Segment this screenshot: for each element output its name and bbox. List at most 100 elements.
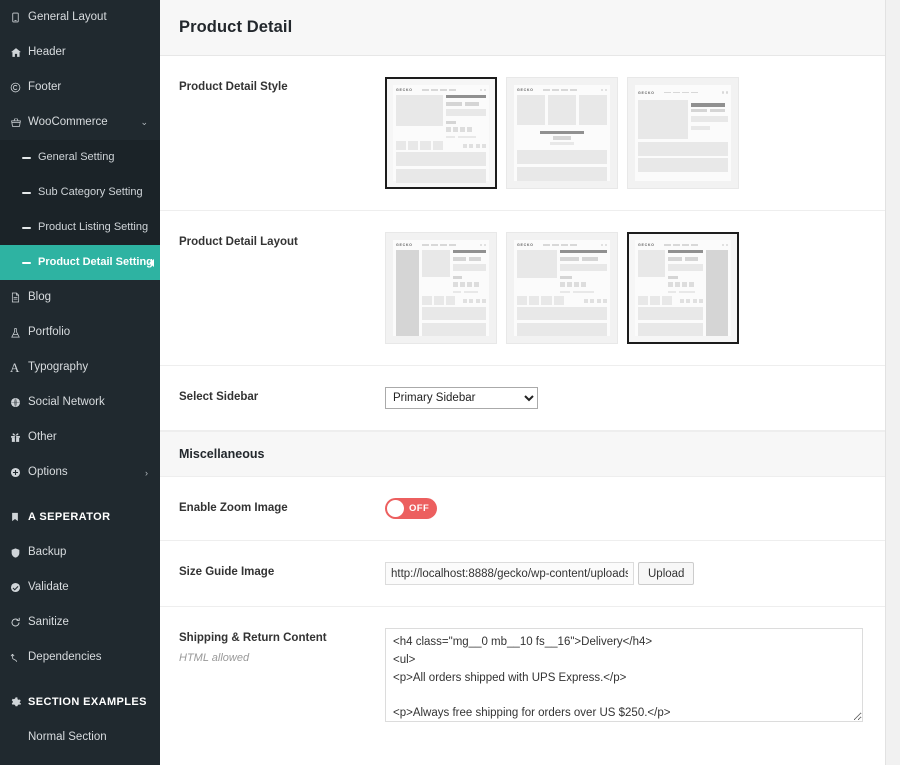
sidebar-item-label: Blog [28, 290, 52, 303]
sidebar-item-validate[interactable]: Validate [0, 570, 160, 605]
toggle-state-label: OFF [409, 503, 430, 514]
sidebar-item-backup[interactable]: Backup [0, 535, 160, 570]
shield-icon [10, 547, 28, 559]
mock-header-bar: GECKO [517, 88, 607, 92]
product-detail-style-option-1[interactable]: GECKO [385, 77, 497, 189]
mock-layout-1: GECKO [393, 240, 489, 336]
sidebar-item-general-layout[interactable]: General Layout [0, 0, 160, 35]
mock-menu [421, 244, 456, 246]
mock-menu [542, 244, 577, 246]
sidebar-item-sub-category-setting[interactable]: Sub Category Setting [0, 175, 160, 210]
sidebar-item-label: A SEPERATOR [28, 510, 111, 523]
mock-menu [663, 244, 698, 246]
mock-style-1: GECKO [393, 85, 489, 183]
upload-button[interactable]: Upload [638, 562, 695, 585]
label-select-sidebar: Select Sidebar [179, 391, 259, 403]
sidebar-item-blog[interactable]: Blog [0, 280, 160, 315]
enable-zoom-image-toggle[interactable]: OFF [385, 498, 437, 519]
row-shipping-return-content: Shipping & Return Content HTML allowed [160, 607, 885, 748]
size-guide-upload-group: Upload [385, 562, 866, 585]
row-product-detail-style: Product Detail Style GECKO GECKO GECKO [160, 56, 885, 211]
basket-icon [10, 117, 28, 128]
mock-header-icons [479, 88, 486, 92]
sidebar-item-product-detail-setting[interactable]: Product Detail Setting [0, 245, 160, 280]
label-enable-zoom-image: Enable Zoom Image [179, 502, 288, 514]
admin-options-page: General Layout Header Footer WooCommerce ⌄ Ge… [0, 0, 900, 765]
sidebar-item-normal-section[interactable]: Normal Section [0, 720, 160, 755]
label-shipping-return-content: Shipping & Return Content HTML allowed [179, 628, 385, 666]
plus-circle-icon [10, 467, 28, 478]
sidebar-item-typography[interactable]: A Typography [0, 350, 160, 385]
sidebar-item-label: Social Network [28, 395, 105, 408]
sidebar-item-label: Header [28, 45, 66, 58]
dash-icon [22, 191, 38, 194]
mock-style-3: GECKO [635, 85, 731, 181]
product-detail-layout-option-1[interactable]: GECKO [385, 232, 497, 344]
dash-icon [22, 156, 38, 159]
bookmark-icon [10, 511, 28, 523]
size-guide-image-input[interactable] [385, 562, 634, 585]
mock-header-icons [721, 243, 728, 247]
sidebar-item-product-listing-setting[interactable]: Product Listing Setting [0, 210, 160, 245]
mock-header-bar: GECKO [396, 243, 486, 247]
sidebar-nav[interactable]: General Layout Header Footer WooCommerce ⌄ Ge… [0, 0, 160, 765]
options-panel: Product Detail Product Detail Style GECK… [160, 0, 886, 765]
dash-icon [22, 261, 38, 264]
sidebar-item-label: Product Listing Setting [38, 221, 149, 233]
sidebar-item-a-seperator: A SEPERATOR [0, 499, 160, 535]
sidebar-item-social-network[interactable]: Social Network [0, 385, 160, 420]
product-detail-layout-options[interactable]: GECKO GECKO GECKO [385, 232, 866, 344]
mock-detail-lines [559, 250, 607, 293]
sidebar-item-label: WooCommerce [28, 115, 108, 128]
sidebar-item-woocommerce[interactable]: WooCommerce ⌄ [0, 105, 160, 140]
shipping-return-content-textarea[interactable] [385, 628, 863, 722]
sidebar-item-label: General Setting [38, 151, 115, 163]
sidebar-item-footer[interactable]: Footer [0, 70, 160, 105]
sidebar-item-options[interactable]: Options › [0, 455, 160, 490]
mock-logo: GECKO [396, 88, 413, 92]
gear-icon [10, 696, 28, 708]
product-detail-layout-option-3[interactable]: GECKO [627, 232, 739, 344]
shipping-return-note: HTML allowed [179, 652, 250, 665]
sidebar-item-label: Options [28, 465, 68, 478]
mock-detail-lines [668, 250, 704, 293]
row-enable-zoom-image: Enable Zoom Image OFF [160, 477, 885, 541]
mock-header-icons [600, 88, 607, 92]
sidebar-item-dependencies[interactable]: Dependencies [0, 640, 160, 675]
page-title: Product Detail [179, 18, 293, 36]
sidebar-item-label: Sub Category Setting [38, 186, 143, 198]
mock-logo: GECKO [396, 243, 413, 247]
sidebar-item-accordion-sections[interactable]: Accordion Sections› [0, 755, 160, 765]
label-product-detail-style: Product Detail Style [179, 81, 288, 93]
sidebar-item-portfolio[interactable]: Portfolio [0, 315, 160, 350]
mock-header-bar: GECKO [517, 243, 607, 247]
home-icon [10, 47, 28, 58]
product-detail-style-options[interactable]: GECKO GECKO GECKO [385, 77, 866, 189]
mock-menu [542, 89, 577, 91]
mock-header-bar: GECKO [638, 88, 728, 97]
sidebar-item-header[interactable]: Header [0, 35, 160, 70]
product-detail-style-option-2[interactable]: GECKO [506, 77, 618, 189]
mock-detail-lines [445, 95, 486, 138]
refresh-icon [10, 617, 28, 628]
mock-layout-3: GECKO [635, 240, 731, 336]
product-detail-style-option-3[interactable]: GECKO [627, 77, 739, 189]
product-detail-layout-option-2[interactable]: GECKO [506, 232, 618, 344]
main-content: Product Detail Product Detail Style GECK… [160, 0, 900, 765]
sidebar-item-label: Other [28, 430, 57, 443]
page-header: Product Detail [160, 0, 885, 56]
sidebar-select[interactable]: Primary Sidebar [385, 387, 538, 409]
active-item-arrow-icon [149, 258, 154, 267]
sidebar-item-sanitize[interactable]: Sanitize [0, 605, 160, 640]
chevron-right-icon: › [145, 467, 148, 478]
mock-detail-lines [453, 250, 486, 293]
sidebar-item-general-setting[interactable]: General Setting [0, 140, 160, 175]
chevron-down-icon: ⌄ [140, 117, 148, 127]
mock-logo: GECKO [638, 243, 655, 247]
mock-menu [421, 89, 456, 91]
mock-header-icons [721, 91, 728, 94]
sidebar-item-other[interactable]: Other [0, 420, 160, 455]
sidebar-item-label: Validate [28, 580, 69, 593]
font-a-icon: A [10, 360, 20, 375]
